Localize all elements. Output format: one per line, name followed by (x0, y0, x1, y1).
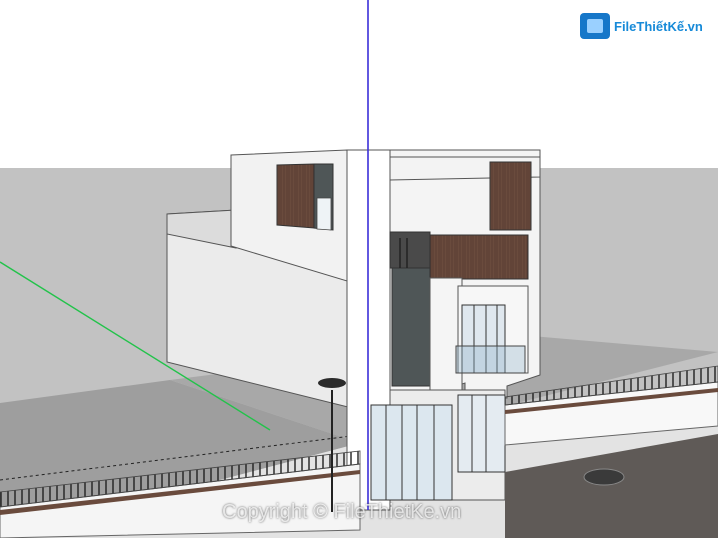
ground-side-door (457, 394, 506, 473)
upper-railing (394, 238, 412, 268)
wood-panel-upper-right (489, 161, 532, 231)
wood-panel-upper-left (276, 163, 315, 229)
3d-scene[interactable] (0, 0, 718, 538)
site-logo: FileThiếtKế.vn (580, 13, 710, 39)
logo-text: FileThiếtKế.vn (614, 18, 703, 34)
modeling-viewport[interactable]: FileThiếtKế.vn Copyright © FileThietKe.v… (0, 0, 718, 538)
street-manhole (583, 468, 625, 486)
glass-railing (455, 345, 526, 374)
copyright-watermark: Copyright © FileThietKe.vn (222, 501, 462, 523)
lamp-head (318, 378, 346, 388)
middle-pier (429, 277, 463, 399)
ground-floor-glass (370, 404, 453, 501)
upper-window (316, 197, 332, 231)
logo-icon (580, 13, 610, 39)
balcony-wood-panel (429, 234, 529, 280)
